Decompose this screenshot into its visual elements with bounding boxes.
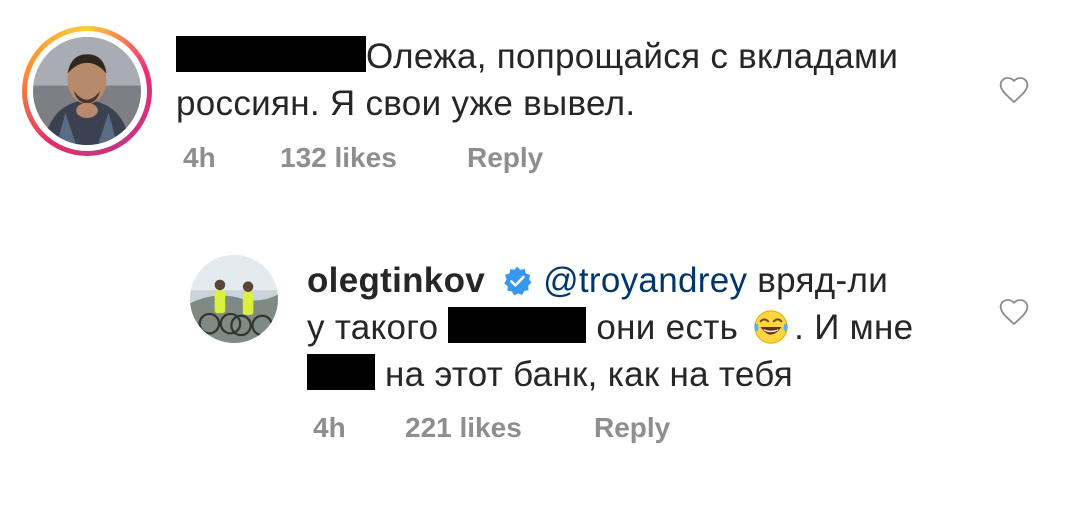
reply-time: 4h: [313, 412, 346, 443]
redacted-word: [448, 307, 587, 343]
reply-text-part2: у такого: [307, 308, 449, 347]
tears-of-joy-emoji: [754, 310, 788, 344]
avatar: [190, 255, 278, 343]
mention-link[interactable]: @troyandrey: [543, 261, 747, 300]
reply-text-part3: они есть: [586, 308, 749, 347]
comment-1: Олежа, попрощайся с вкладами россиян. Я …: [0, 0, 1070, 200]
commenter-avatar-story-ring[interactable]: [22, 26, 152, 156]
comment-2: olegtinkov @troyandrey вряд-ли у такого …: [0, 240, 1070, 514]
reply-button[interactable]: Reply: [594, 412, 670, 444]
likes-count[interactable]: 132 likes: [280, 142, 397, 174]
comment-time: 4h: [183, 142, 216, 173]
reply-avatar[interactable]: [190, 255, 278, 343]
comment-text-line2: россиян. Я свои уже вывел.: [176, 84, 636, 123]
reply-text-part1: вряд-ли: [747, 261, 889, 300]
reply-text: olegtinkov @troyandrey вряд-ли у такого …: [307, 257, 967, 398]
username-link[interactable]: olegtinkov: [307, 261, 485, 300]
redacted-username: [176, 36, 366, 72]
likes-count[interactable]: 221 likes: [405, 412, 522, 444]
reply-text-part5: на этот банк, как на тебя: [375, 355, 794, 394]
heart-outline-icon[interactable]: [997, 74, 1031, 106]
heart-outline-icon[interactable]: [997, 296, 1031, 328]
comment-text-line1: Олежа, попрощайся с вкладами: [366, 37, 899, 76]
verified-badge-icon: [504, 266, 532, 296]
redacted-word: [307, 354, 375, 390]
avatar: [33, 37, 141, 145]
reply-button[interactable]: Reply: [467, 142, 543, 174]
comment-text: Олежа, попрощайся с вкладами россиян. Я …: [176, 33, 976, 127]
reply-text-part4: . И мне: [794, 308, 914, 347]
